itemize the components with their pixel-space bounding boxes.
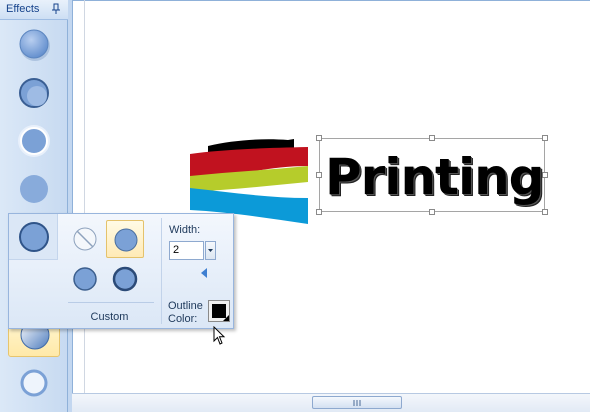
thick-outline-option[interactable] bbox=[106, 260, 144, 298]
resize-handle[interactable] bbox=[316, 209, 322, 215]
shadow-effect-button[interactable] bbox=[8, 22, 60, 68]
thick-outline-icon bbox=[112, 266, 138, 292]
chevron-down-icon bbox=[208, 249, 213, 252]
dropdown-corner-icon bbox=[223, 315, 229, 321]
outline-effect-button[interactable] bbox=[9, 214, 58, 260]
thin-outline-icon bbox=[114, 228, 138, 252]
effects-panel-header: Effects bbox=[0, 0, 68, 20]
effects-panel-title: Effects bbox=[6, 3, 40, 15]
outline-color-label-line2: Color: bbox=[168, 313, 198, 325]
grip-icon bbox=[353, 400, 361, 406]
resize-handle[interactable] bbox=[429, 209, 435, 215]
width-input[interactable]: 2 bbox=[169, 241, 204, 260]
width-label: Width: bbox=[169, 224, 201, 236]
soft-edge-effect-button[interactable] bbox=[8, 166, 60, 212]
thin-outline-option[interactable] bbox=[106, 220, 144, 258]
soft-edge-effect-icon bbox=[20, 175, 48, 203]
medium-outline-icon bbox=[73, 267, 97, 291]
shadow-effect-icon bbox=[19, 29, 50, 61]
medium-outline-option[interactable] bbox=[66, 260, 104, 298]
canvas-page-edge bbox=[84, 0, 85, 393]
outline-style-gallery: Custom bbox=[58, 214, 207, 328]
no-outline-icon bbox=[73, 227, 97, 251]
no-outline-option[interactable] bbox=[66, 220, 104, 258]
resize-handle[interactable] bbox=[542, 209, 548, 215]
ring-effect-icon bbox=[20, 369, 48, 397]
width-dropdown-button[interactable] bbox=[205, 241, 216, 260]
outline-color-label: Outline Color: bbox=[168, 300, 203, 326]
pin-icon[interactable] bbox=[51, 3, 61, 15]
outline-flyout: Custom Width: 2 Outline Color: bbox=[8, 213, 234, 329]
resize-handle[interactable] bbox=[429, 135, 435, 141]
scrollbar-thumb[interactable] bbox=[312, 396, 402, 409]
outline-effect-icon bbox=[19, 222, 49, 252]
custom-option[interactable]: Custom bbox=[58, 311, 161, 323]
logo-text[interactable]: Printing bbox=[325, 147, 544, 207]
custom-divider bbox=[68, 302, 154, 303]
outline-color-button[interactable] bbox=[208, 300, 230, 322]
inner-shadow-effect-button[interactable] bbox=[8, 70, 60, 116]
logo-stripes-graphic[interactable] bbox=[188, 136, 312, 224]
ring-effect-button[interactable] bbox=[8, 360, 60, 406]
flyout-separator bbox=[161, 218, 162, 324]
outline-color-label-line1: Outline bbox=[168, 300, 203, 312]
glow-effect-button[interactable] bbox=[8, 118, 60, 164]
inner-shadow-effect-icon bbox=[19, 78, 49, 108]
resize-handle[interactable] bbox=[316, 172, 322, 178]
resize-handle[interactable] bbox=[542, 135, 548, 141]
glow-effect-icon bbox=[18, 125, 50, 157]
gallery-scroll-arrow-icon[interactable] bbox=[201, 268, 207, 278]
mouse-cursor-icon bbox=[213, 326, 226, 345]
resize-handle[interactable] bbox=[316, 135, 322, 141]
horizontal-scrollbar[interactable] bbox=[72, 393, 590, 412]
effects-panel: Effects A bbox=[0, 0, 68, 412]
